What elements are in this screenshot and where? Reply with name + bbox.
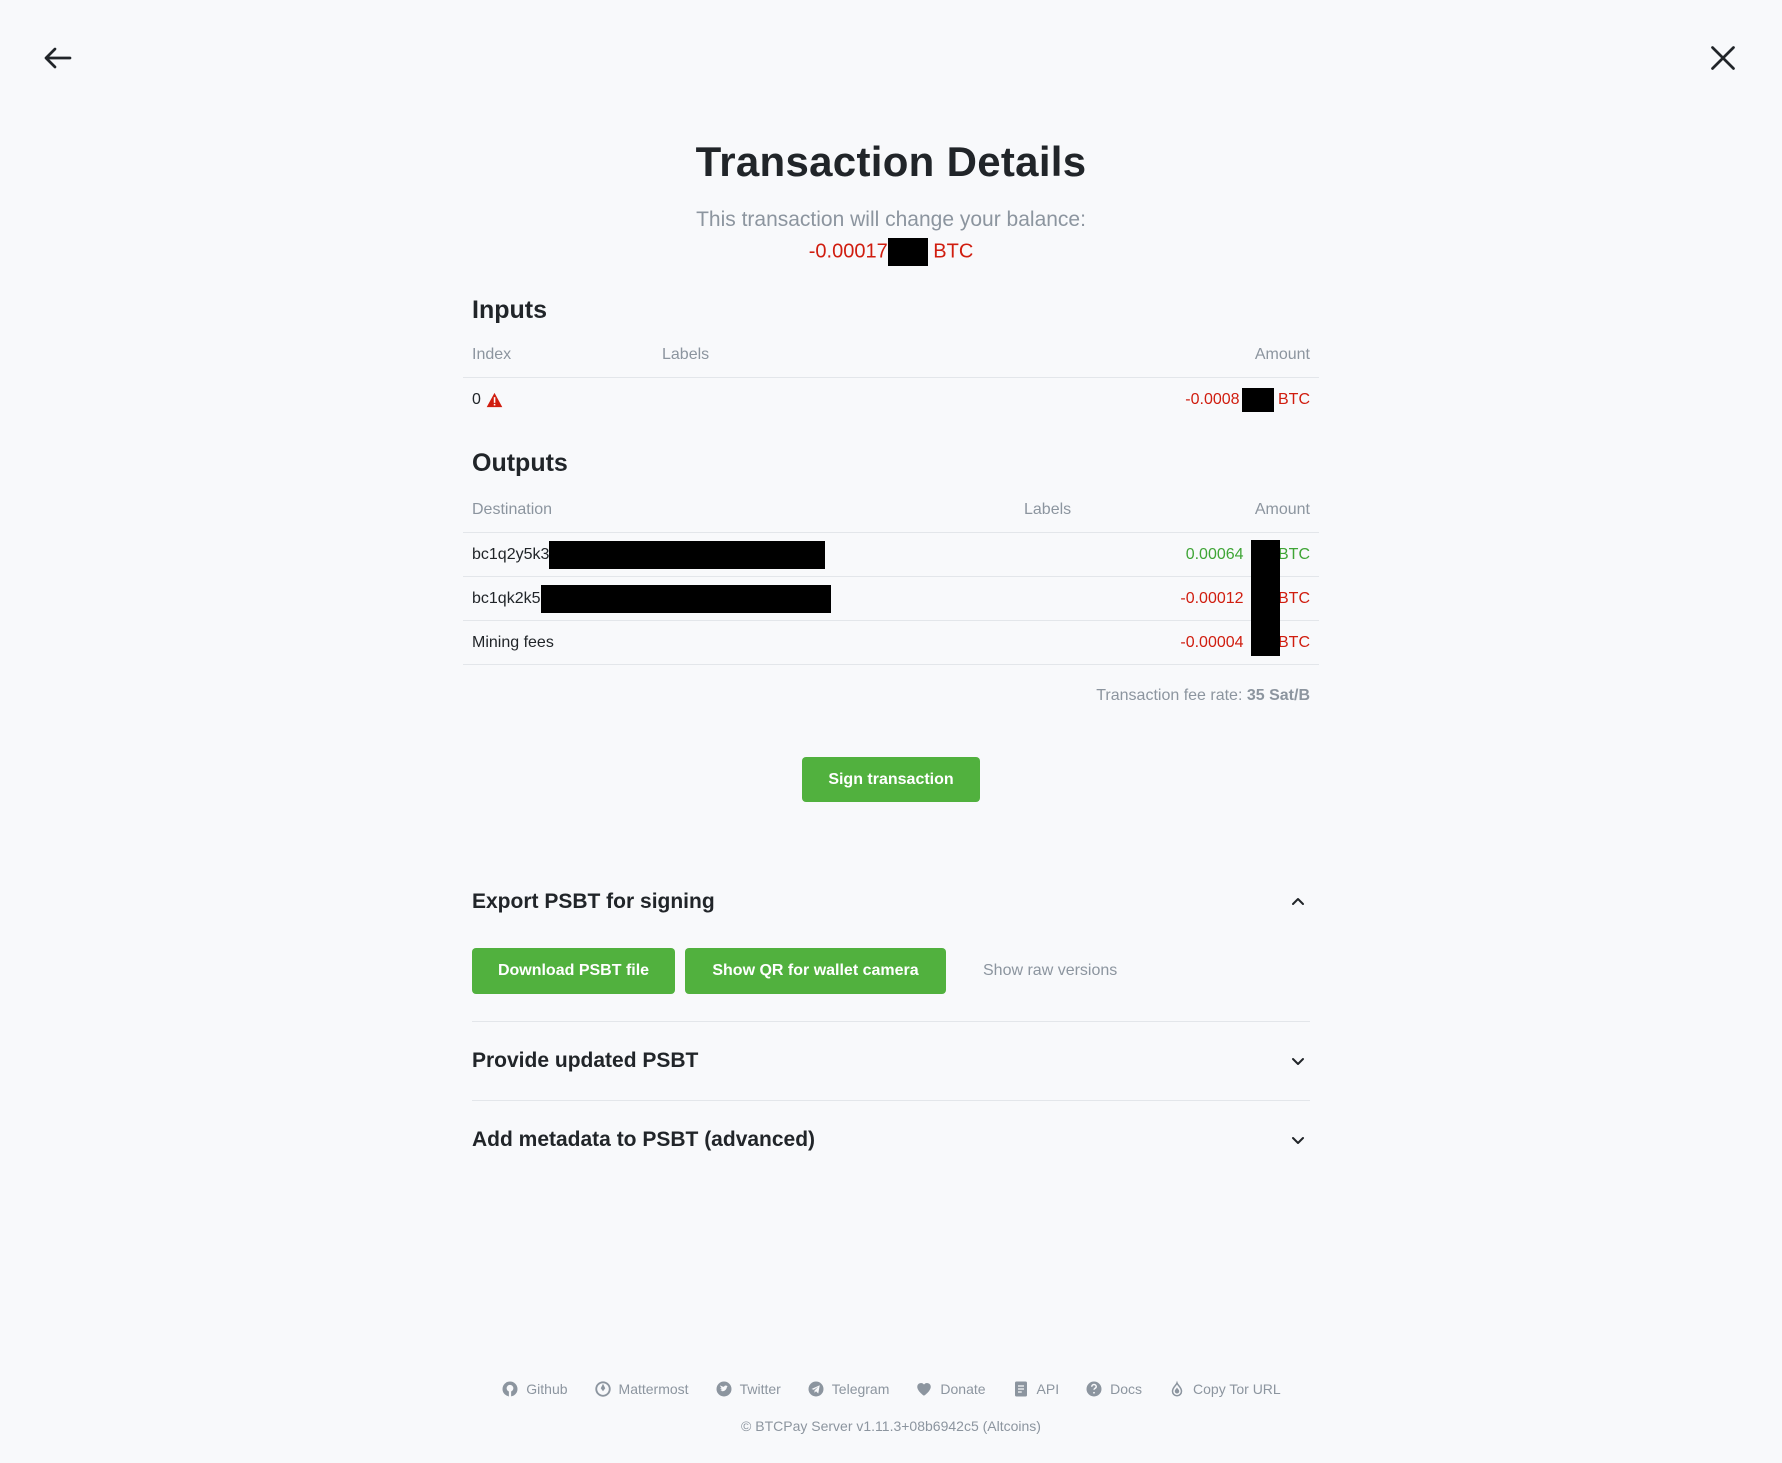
outputs-table-header: Destination Labels Amount — [463, 488, 1319, 533]
table-row: Mining fees -0.00004 BTC — [463, 621, 1319, 665]
footer-link-twitter[interactable]: Twitter — [715, 1380, 781, 1398]
footer-link-tor[interactable]: Copy Tor URL — [1168, 1380, 1281, 1398]
output-destination: bc1qk2k5 — [472, 589, 541, 607]
inputs-table: Index Labels Amount 0 -0.0008 BTC — [463, 333, 1319, 421]
footer-link-label: API — [1036, 1381, 1060, 1397]
inputs-table-header: Index Labels Amount — [463, 333, 1319, 378]
footer-link-telegram[interactable]: Telegram — [807, 1380, 890, 1398]
footer-link-label: Copy Tor URL — [1193, 1381, 1281, 1397]
column-destination: Destination — [472, 501, 553, 518]
redaction-block — [1241, 387, 1274, 412]
inputs-heading: Inputs — [472, 296, 547, 324]
mattermost-icon — [594, 1381, 611, 1397]
output-amount: -0.00012 BTC — [1180, 590, 1310, 608]
github-icon — [502, 1381, 518, 1397]
help-icon — [1086, 1381, 1102, 1397]
amount-unit: BTC — [1278, 589, 1310, 607]
footer-link-label: Mattermost — [618, 1381, 689, 1397]
sign-transaction-button[interactable]: Sign transaction — [802, 757, 980, 802]
heart-icon — [917, 1383, 932, 1396]
fee-rate-value: 35 Sat/B — [1246, 687, 1310, 704]
provide-psbt-title: Provide updated PSBT — [472, 1049, 699, 1072]
tor-onion-icon — [1171, 1380, 1183, 1397]
footer-link-donate[interactable]: Donate — [915, 1380, 986, 1398]
footer-link-label: Telegram — [831, 1381, 890, 1397]
balance-amount: -0.00017 — [808, 240, 888, 263]
document-icon — [1014, 1381, 1027, 1397]
provide-psbt-header[interactable]: Provide updated PSBT — [463, 1022, 1319, 1100]
table-row: bc1qk2k5 -0.00012 BTC — [463, 577, 1319, 621]
outputs-heading: Outputs — [472, 449, 568, 477]
chevron-up-icon[interactable] — [1286, 890, 1310, 914]
redaction-block — [1251, 540, 1280, 656]
fee-rate-label: Transaction fee rate: — [1096, 687, 1243, 704]
column-amount: Amount — [1254, 501, 1310, 518]
redaction-block — [887, 238, 928, 266]
footer: Github Mattermost Twitter Telegram Donat… — [0, 1380, 1782, 1434]
outputs-table: Destination Labels Amount bc1q2y5k3 0.00… — [463, 488, 1319, 665]
output-destination: Mining fees — [472, 633, 554, 651]
column-amount: Amount — [1254, 346, 1310, 363]
copyright: © BTCPay Server v1.11.3+08b6942c5 (Altco… — [741, 1418, 1041, 1434]
show-qr-button[interactable]: Show QR for wallet camera — [685, 948, 946, 994]
page-title: Transaction Details — [695, 138, 1087, 185]
input-amount: -0.0008 BTC — [1185, 387, 1310, 412]
footer-link-label: Docs — [1110, 1381, 1143, 1397]
fee-rate: Transaction fee rate: 35 Sat/B — [463, 687, 1319, 705]
back-arrow-icon[interactable] — [40, 40, 76, 76]
table-row: bc1q2y5k3 0.00064 BTC — [463, 533, 1319, 577]
amount-value: -0.00004 — [1180, 633, 1244, 651]
footer-link-label: Donate — [940, 1381, 986, 1397]
output-amount: -0.00004 BTC — [1180, 634, 1310, 652]
column-index: Index — [472, 346, 512, 363]
warning-icon[interactable] — [486, 392, 503, 408]
chevron-down-icon[interactable] — [1286, 1128, 1310, 1152]
balance-change: -0.00017 BTC — [463, 238, 1319, 266]
redaction-block — [549, 540, 826, 569]
balance-unit: BTC — [933, 240, 974, 263]
footer-link-label: Github — [526, 1381, 568, 1397]
footer-link-label: Twitter — [739, 1381, 781, 1397]
amount-value: -0.00012 — [1180, 589, 1244, 607]
redaction-block — [540, 584, 831, 613]
column-labels: Labels — [1024, 501, 1072, 518]
input-index: 0 — [472, 390, 481, 408]
telegram-icon — [808, 1381, 824, 1397]
metadata-psbt-header[interactable]: Add metadata to PSBT (advanced) — [463, 1101, 1319, 1179]
output-destination: bc1q2y5k3 — [472, 545, 550, 563]
footer-link-mattermost[interactable]: Mattermost — [594, 1380, 689, 1398]
export-psbt-title: Export PSBT for signing — [472, 890, 715, 913]
footer-link-github[interactable]: Github — [501, 1380, 568, 1398]
table-row: 0 -0.0008 BTC — [463, 378, 1319, 421]
twitter-icon — [716, 1381, 732, 1397]
amount-value: 0.00064 — [1185, 545, 1244, 563]
footer-link-api[interactable]: API — [1012, 1380, 1060, 1398]
column-labels: Labels — [662, 346, 710, 363]
amount-unit: BTC — [1278, 633, 1310, 651]
footer-link-docs[interactable]: Docs — [1085, 1380, 1142, 1398]
main-content: Transaction Details This transaction wil… — [463, 0, 1319, 1179]
balance-subtitle: This transaction will change your balanc… — [696, 208, 1086, 231]
metadata-psbt-title: Add metadata to PSBT (advanced) — [472, 1128, 816, 1151]
show-raw-versions-link[interactable]: Show raw versions — [983, 962, 1117, 980]
export-psbt-header[interactable]: Export PSBT for signing — [463, 882, 1319, 922]
download-psbt-button[interactable]: Download PSBT file — [472, 948, 675, 994]
output-amount: 0.00064 BTC — [1186, 546, 1310, 564]
amount-value: -0.0008 — [1185, 390, 1240, 408]
chevron-down-icon[interactable] — [1286, 1049, 1310, 1073]
amount-unit: BTC — [1278, 545, 1310, 563]
amount-unit: BTC — [1278, 390, 1310, 408]
close-icon[interactable] — [1705, 40, 1741, 76]
